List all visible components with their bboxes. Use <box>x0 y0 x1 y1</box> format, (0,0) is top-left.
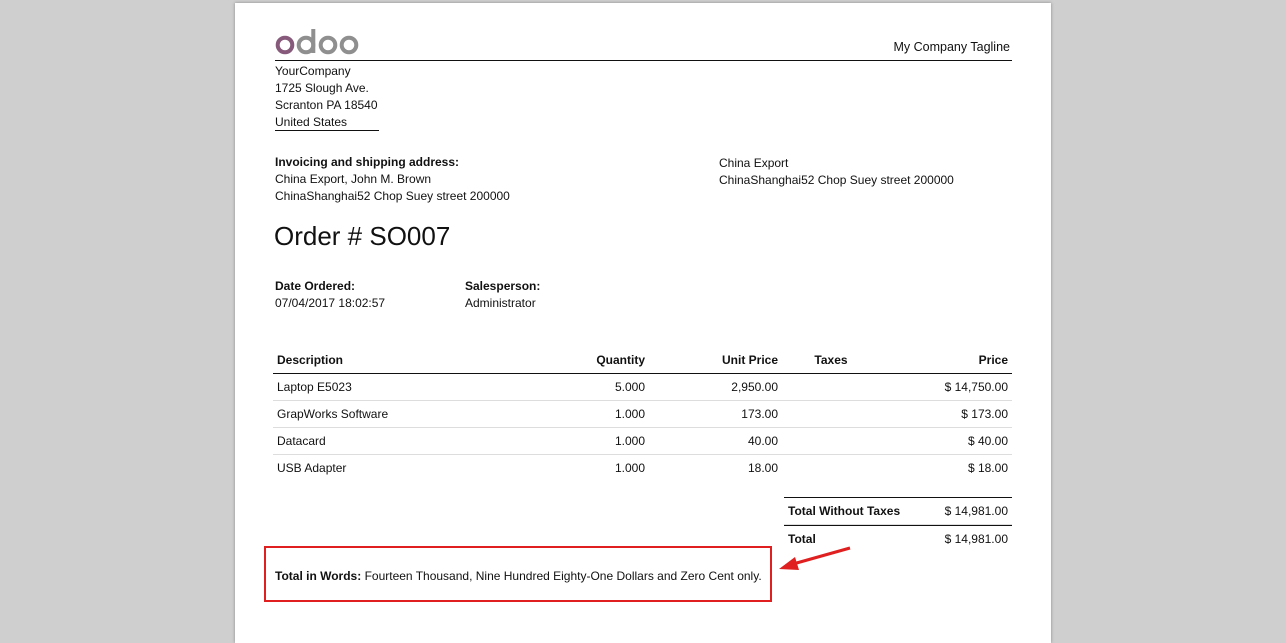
cell-description: Datacard <box>273 427 501 455</box>
cell-price: $ 18.00 <box>880 454 1012 481</box>
cell-unit-price: 173.00 <box>649 400 782 428</box>
col-header-description: Description <box>273 352 501 374</box>
cell-unit-price: 40.00 <box>649 427 782 455</box>
company-name: YourCompany <box>275 64 351 78</box>
salesperson-value: Administrator <box>465 296 536 310</box>
odoo-logo <box>275 29 359 55</box>
cell-description: GrapWorks Software <box>273 400 501 428</box>
total-in-words-text: Fourteen Thousand, Nine Hundred Eighty-O… <box>364 569 762 583</box>
company-tagline: My Company Tagline <box>893 40 1011 54</box>
customer-address: China Export ChinaShanghai52 Chop Suey s… <box>719 155 954 189</box>
company-city: Scranton PA 18540 <box>275 98 378 112</box>
cell-quantity: 1.000 <box>501 427 649 455</box>
red-arrow-icon <box>779 546 851 570</box>
customer-name: China Export <box>719 156 789 170</box>
table-row: USB Adapter 1.000 18.00 $ 18.00 <box>273 454 1012 481</box>
company-address: YourCompany 1725 Slough Ave. Scranton PA… <box>275 63 378 131</box>
date-ordered-value: 07/04/2017 18:02:57 <box>275 296 386 310</box>
subtotal-value: $ 14,981.00 <box>944 504 1008 518</box>
cell-quantity: 1.000 <box>501 400 649 428</box>
order-lines-table: Description Quantity Unit Price Taxes Pr… <box>273 352 1012 481</box>
table-row: Laptop E5023 5.000 2,950.00 $ 14,750.00 <box>273 374 1012 401</box>
subtotal-row: Total Without Taxes $ 14,981.00 <box>784 497 1012 525</box>
cell-price: $ 173.00 <box>880 400 1012 428</box>
subtotal-label: Total Without Taxes <box>788 504 901 518</box>
cell-unit-price: 18.00 <box>649 454 782 481</box>
col-header-taxes: Taxes <box>782 352 880 374</box>
billing-heading: Invoicing and shipping address: <box>275 155 460 169</box>
cell-taxes <box>782 374 880 401</box>
total-in-words-label: Total in Words: <box>275 569 362 583</box>
salesperson-label: Salesperson: <box>465 279 541 293</box>
billing-address: Invoicing and shipping address: China Ex… <box>275 154 510 205</box>
order-title: Order # SO007 <box>274 221 451 251</box>
billing-name: China Export, John M. Brown <box>275 172 432 186</box>
table-header-row: Description Quantity Unit Price Taxes Pr… <box>273 352 1012 374</box>
cell-taxes <box>782 400 880 428</box>
header-divider <box>275 60 1012 61</box>
total-in-words: Total in Words: Fourteen Thousand, Nine … <box>275 569 762 583</box>
table-row: Datacard 1.000 40.00 $ 40.00 <box>273 427 1012 455</box>
cell-taxes <box>782 454 880 481</box>
customer-street: ChinaShanghai52 Chop Suey street 200000 <box>719 173 954 187</box>
company-country: United States <box>275 115 348 129</box>
col-header-price: Price <box>880 352 1012 374</box>
col-header-quantity: Quantity <box>501 352 649 374</box>
salesperson-block: Salesperson: Administrator <box>465 278 540 312</box>
cell-quantity: 5.000 <box>614 380 645 394</box>
cell-description: USB Adapter <box>273 454 501 481</box>
company-street: 1725 Slough Ave. <box>275 81 369 95</box>
cell-unit-price: 2,950.00 <box>731 380 778 394</box>
address-divider <box>275 130 379 131</box>
date-ordered-block: Date Ordered: 07/04/2017 18:02:57 <box>275 278 385 312</box>
cell-taxes <box>782 427 880 455</box>
table-row: GrapWorks Software 1.000 173.00 $ 173.00 <box>273 400 1012 428</box>
billing-street: ChinaShanghai52 Chop Suey street 200000 <box>275 189 510 203</box>
cell-price: $ 40.00 <box>880 427 1012 455</box>
col-header-unit-price: Unit Price <box>649 352 782 374</box>
date-ordered-label: Date Ordered: <box>275 279 356 293</box>
cell-quantity: 1.000 <box>501 454 649 481</box>
cell-price: $ 14,750.00 <box>944 380 1008 394</box>
total-value: $ 14,981.00 <box>944 532 1008 546</box>
cell-description: Laptop E5023 <box>277 380 352 394</box>
